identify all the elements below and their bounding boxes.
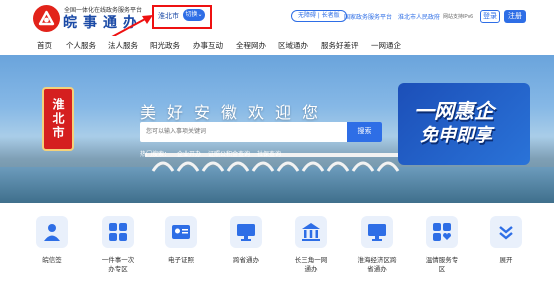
nav-item-regional[interactable]: 区域通办 [278,40,308,51]
service-label: 一件事一次办专区 [101,257,135,273]
nav-item-home[interactable]: 首页 [37,40,52,51]
hero-title: 美好安徽欢迎您 [140,105,330,122]
person-icon [36,216,68,248]
nav-item-personal[interactable]: 个人服务 [66,40,96,51]
expand-button[interactable]: 展开 [476,216,536,265]
id-card-icon [165,216,197,248]
monitor-icon [230,216,262,248]
ipv6-text: 网站支持IPv6 [443,14,474,20]
switch-label: 切换 [185,12,198,18]
monitor-icon [361,216,393,248]
service-label: 长三角一网通办 [294,257,328,273]
elder-mode-link[interactable]: 长者版 [322,13,340,19]
search-box: 搜索 [140,122,382,142]
promo-subtitle: 免申即享 [420,125,492,145]
service-one-thing[interactable]: 一件事一次办专区 [88,216,148,274]
city-switch-button[interactable]: 切换⌄ [183,9,205,21]
nav-item-corporate[interactable]: 法人服务 [108,40,138,51]
service-label: 跨省通办 [233,257,259,264]
nav-item-interaction[interactable]: 办事互动 [193,40,223,51]
accessibility-link[interactable]: 无障碍 [298,13,316,19]
access-links: 无障碍 | 长者版 [291,10,347,22]
bank-icon [295,216,327,248]
hot-search-item[interactable]: 证照公积金查询 [208,152,250,158]
city-government-link[interactable]: 淮北市人民政府 [398,12,440,21]
hot-search-item[interactable]: 社保查询 [257,152,281,158]
service-label: 皖信签 [42,257,62,264]
promo-title: 一网惠企 [414,101,494,123]
nav-item-online[interactable]: 全程网办 [236,40,266,51]
service-label: 展开 [499,257,513,264]
logo-title[interactable]: 皖事通办 [63,12,143,32]
national-platform-link[interactable]: 国家政务服务平台 [344,12,392,21]
nav-item-evaluation[interactable]: 服务好差评 [321,40,359,51]
chevron-down-icon: ⌄ [197,12,203,18]
service-e-license[interactable]: 电子证照 [151,216,211,265]
heart-icon [426,216,458,248]
hero-banner: 淮北市 美好安徽欢迎您 搜索 热门搜索： 企业开办 证照公积金查询 社保查询 一网惠企… [0,55,554,203]
hot-search-item[interactable]: 企业开办 [177,152,201,158]
nav-item-enterprise[interactable]: 一网通企 [371,40,401,51]
hot-search: 热门搜索： 企业开办 证照公积金查询 社保查询 [140,149,288,158]
search-input[interactable] [146,126,336,138]
service-warm[interactable]: 温情服务专区 [412,216,472,274]
services-strip: 皖信签 一件事一次办专区 电子证照 跨省通办 长三角一网通办 淮海经济区跨省通办 [0,203,554,282]
register-button[interactable]: 注册 [504,10,526,23]
service-yangtze-delta[interactable]: 长三角一网通办 [281,216,341,274]
city-badge: 淮北市 [42,87,74,151]
current-city: 淮北市 [158,13,179,20]
service-label: 温情服务专区 [425,257,459,273]
login-button[interactable]: 登录 [480,10,500,23]
grid-icon [102,216,134,248]
service-label: 电子证照 [168,257,194,264]
service-cross-province[interactable]: 跨省通办 [216,216,276,265]
chevron-down-icon [490,216,522,248]
search-button[interactable]: 搜索 [347,122,382,142]
main-nav: 首页 个人服务 法人服务 阳光政务 办事互动 全程网办 区域通办 服务好差评 一… [0,36,554,55]
hot-search-label: 热门搜索： [140,152,171,158]
logo-icon[interactable] [33,5,60,32]
header: 全国一体化在线政务服务平台 皖事通办 淮北市 切换⌄ 无障碍 | 长者版 国家政务服… [0,0,554,46]
service-label: 淮海经济区跨省通办 [357,257,397,273]
service-wanxinqian[interactable]: 皖信签 [22,216,82,265]
nav-item-sunshine[interactable]: 阳光政务 [150,40,180,51]
service-huaihai[interactable]: 淮海经济区跨省通办 [347,216,407,274]
